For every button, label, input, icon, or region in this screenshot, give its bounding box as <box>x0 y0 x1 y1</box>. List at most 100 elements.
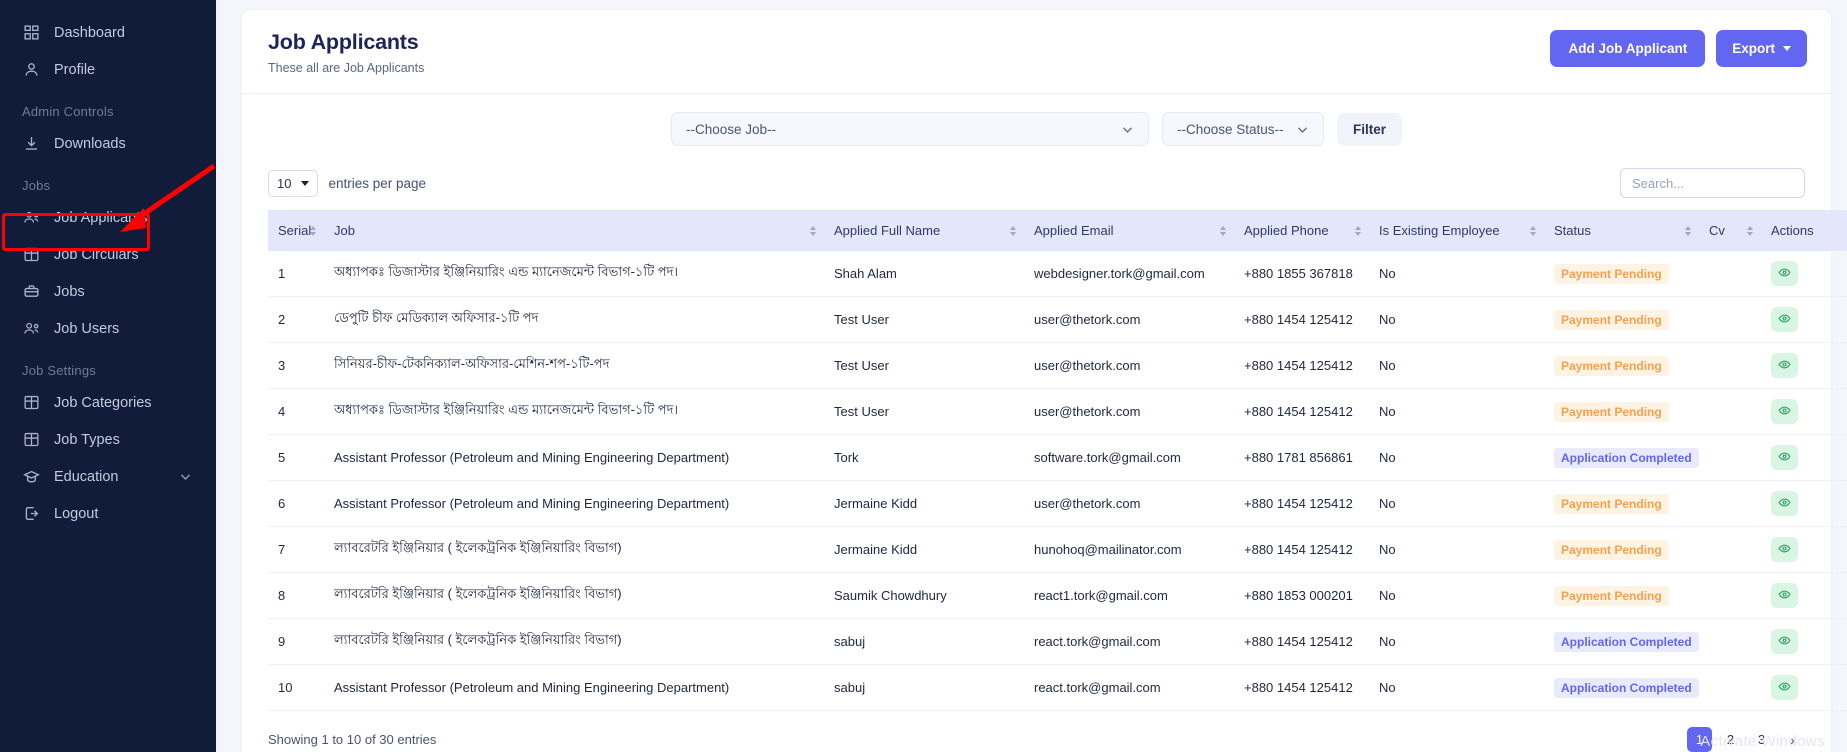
sort-toggle-icon[interactable] <box>810 226 816 236</box>
sidebar-item-dashboard[interactable]: Dashboard <box>0 14 216 51</box>
cell-is-existing-employee: No <box>1369 527 1544 573</box>
cell-cv <box>1699 619 1761 665</box>
cell-is-existing-employee: No <box>1369 481 1544 527</box>
column-header-serial[interactable]: Serial <box>268 210 324 251</box>
sidebar-item-logout[interactable]: Logout <box>0 495 216 532</box>
sidebar-item-downloads[interactable]: Downloads <box>0 125 216 162</box>
column-header-label: Applied Full Name <box>834 223 940 238</box>
view-applicant-button[interactable] <box>1771 675 1798 700</box>
cell-actions <box>1761 251 1847 297</box>
view-icon <box>1778 588 1791 604</box>
export-label: Export <box>1732 41 1775 56</box>
table-icon <box>22 430 41 449</box>
export-button[interactable]: Export <box>1716 30 1807 67</box>
column-header-is-existing-employee[interactable]: Is Existing Employee <box>1369 210 1544 251</box>
cell-applied-phone: +880 1853 000201 <box>1234 573 1369 619</box>
sidebar: DashboardProfileAdmin ControlsDownloadsJ… <box>0 0 216 752</box>
add-job-applicant-button[interactable]: Add Job Applicant <box>1550 30 1705 67</box>
grid-icon <box>22 23 41 42</box>
entries-per-page-select[interactable]: 10 <box>268 170 318 197</box>
sidebar-item-label: Education <box>54 469 119 485</box>
cell-status: Application Completed <box>1544 665 1699 711</box>
status-badge: Application Completed <box>1554 448 1699 468</box>
column-header-applied-full-name[interactable]: Applied Full Name <box>824 210 1024 251</box>
sidebar-item-job-applicants[interactable]: Job Applicants <box>0 199 216 236</box>
sort-toggle-icon[interactable] <box>1685 226 1691 236</box>
table-row: 3সিনিয়র-চীফ-টেকনিক্যাল-অফিসার-মেশিন-শপ-… <box>268 343 1847 389</box>
column-header-label: Applied Email <box>1034 223 1114 238</box>
table-row: 10Assistant Professor (Petroleum and Min… <box>268 665 1847 711</box>
cell-serial: 1 <box>268 251 324 297</box>
sidebar-item-label: Dashboard <box>54 25 125 41</box>
cell-is-existing-employee: No <box>1369 343 1544 389</box>
view-applicant-button[interactable] <box>1771 307 1798 332</box>
view-applicant-button[interactable] <box>1771 537 1798 562</box>
sort-toggle-icon[interactable] <box>310 226 316 236</box>
status-badge: Payment Pending <box>1554 402 1669 422</box>
status-select[interactable]: --Choose Status-- <box>1162 112 1324 146</box>
sidebar-item-jobs[interactable]: Jobs <box>0 273 216 310</box>
column-header-status[interactable]: Status <box>1544 210 1699 251</box>
view-applicant-button[interactable] <box>1771 399 1798 424</box>
sort-toggle-icon[interactable] <box>1220 226 1226 236</box>
column-header-applied-email[interactable]: Applied Email <box>1024 210 1234 251</box>
status-select-value: --Choose Status-- <box>1177 122 1284 137</box>
sidebar-item-profile[interactable]: Profile <box>0 51 216 88</box>
entries-per-page-label: entries per page <box>328 176 426 191</box>
view-applicant-button[interactable] <box>1771 583 1798 608</box>
sort-toggle-icon[interactable] <box>1010 226 1016 236</box>
job-select-value: --Choose Job-- <box>686 122 776 137</box>
column-header-cv[interactable]: Cv <box>1699 210 1761 251</box>
sort-toggle-icon[interactable] <box>1530 226 1536 236</box>
cell-serial: 4 <box>268 389 324 435</box>
column-header-actions[interactable]: Actions <box>1761 210 1847 251</box>
sort-toggle-icon[interactable] <box>1355 226 1361 236</box>
sort-toggle-icon[interactable] <box>1747 226 1753 236</box>
cell-job: ল্যাবরেটরি ইঞ্জিনিয়ার ( ইলেকট্রনিক ইঞ্জ… <box>324 573 824 619</box>
sidebar-item-label: Job Categories <box>54 395 152 411</box>
chevron-down-icon <box>1783 46 1791 51</box>
view-applicant-button[interactable] <box>1771 445 1798 470</box>
view-applicant-button[interactable] <box>1771 261 1798 286</box>
cell-status: Payment Pending <box>1544 527 1699 573</box>
view-icon <box>1778 680 1791 696</box>
cell-applied-email: webdesigner.tork@gmail.com <box>1024 251 1234 297</box>
sidebar-item-job-users[interactable]: Job Users <box>0 310 216 347</box>
cell-serial: 5 <box>268 435 324 481</box>
view-icon <box>1778 312 1791 328</box>
view-applicant-button[interactable] <box>1771 629 1798 654</box>
sidebar-item-education[interactable]: Education <box>0 458 216 495</box>
column-header-label: Is Existing Employee <box>1379 223 1500 238</box>
filter-button[interactable]: Filter <box>1337 113 1402 146</box>
view-applicant-button[interactable] <box>1771 491 1798 516</box>
table-head: SerialJob Applied Full Name Applied Email A… <box>268 210 1847 251</box>
sidebar-item-job-types[interactable]: Job Types <box>0 421 216 458</box>
cell-applied-full-name: sabuj <box>824 665 1024 711</box>
cell-serial: 8 <box>268 573 324 619</box>
sidebar-item-label: Profile <box>54 62 95 78</box>
cell-status: Payment Pending <box>1544 573 1699 619</box>
search-input[interactable] <box>1620 168 1805 198</box>
column-header-job[interactable]: Job <box>324 210 824 251</box>
sidebar-item-job-categories[interactable]: Job Categories <box>0 384 216 421</box>
chevron-down-icon[interactable] <box>179 470 192 483</box>
cell-actions <box>1761 297 1847 343</box>
view-icon <box>1778 404 1791 420</box>
column-header-applied-phone[interactable]: Applied Phone <box>1234 210 1369 251</box>
cell-job: সিনিয়র-চীফ-টেকনিক্যাল-অফিসার-মেশিন-শপ-১… <box>324 343 824 389</box>
sidebar-item-job-circulars[interactable]: Job Circulars <box>0 236 216 273</box>
table-icon <box>22 393 41 412</box>
view-applicant-button[interactable] <box>1771 353 1798 378</box>
cell-applied-phone: +880 1454 125412 <box>1234 343 1369 389</box>
chevron-down-icon <box>301 181 309 186</box>
cell-applied-full-name: Test User <box>824 343 1024 389</box>
cell-cv <box>1699 573 1761 619</box>
title-block: Job Applicants These all are Job Applica… <box>268 30 424 75</box>
job-select[interactable]: --Choose Job-- <box>671 112 1149 146</box>
table-header-row: SerialJob Applied Full Name Applied Email A… <box>268 210 1847 251</box>
sidebar-item-label: Downloads <box>54 136 126 152</box>
cell-job: Assistant Professor (Petroleum and Minin… <box>324 481 824 527</box>
sidebar-section-jobs: Jobs <box>0 162 216 199</box>
cell-applied-email: user@thetork.com <box>1024 297 1234 343</box>
column-header-label: Applied Phone <box>1244 223 1329 238</box>
